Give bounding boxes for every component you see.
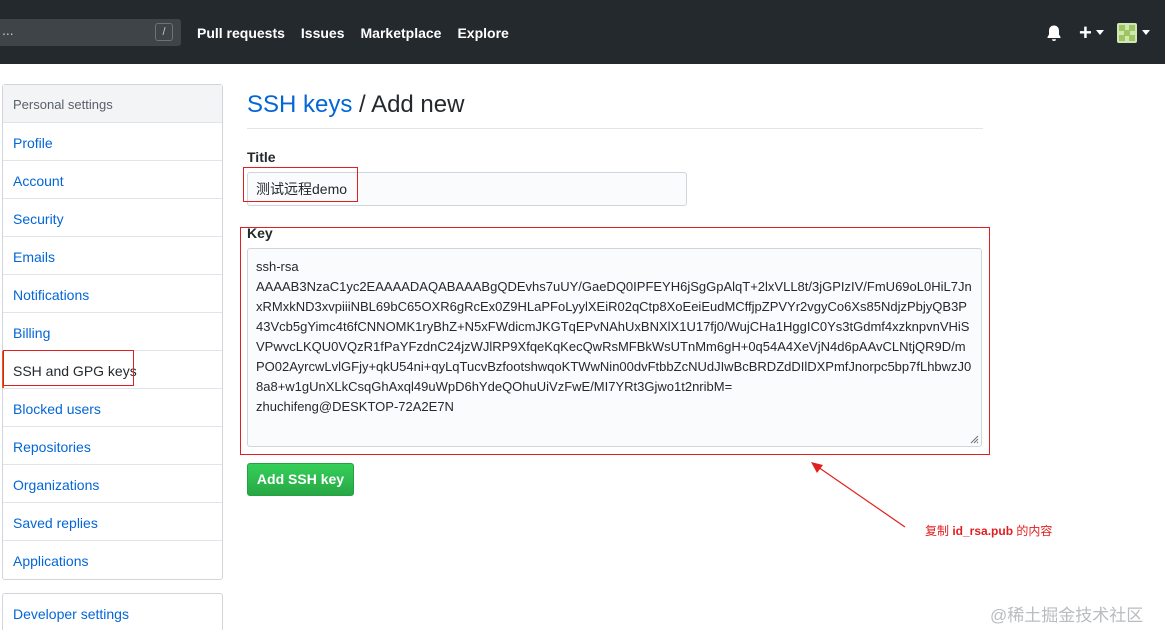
sidebar-item-notifications[interactable]: Notifications — [3, 275, 222, 313]
sidebar-item-blocked-users[interactable]: Blocked users — [3, 389, 222, 427]
top-header: ... / Pull requests Issues Marketplace E… — [0, 0, 1165, 64]
annotation-suffix: 的内容 — [1013, 524, 1053, 538]
sidebar-item-account[interactable]: Account — [3, 161, 222, 199]
highlight-box-key — [240, 227, 990, 455]
sidebar-item-profile[interactable]: Profile — [3, 123, 222, 161]
annotation-prefix: 复制 — [925, 524, 953, 538]
watermark: @稀土掘金技术社区 — [990, 606, 1144, 625]
chevron-down-icon[interactable] — [1096, 30, 1104, 35]
search-hint: ... — [2, 22, 14, 38]
header-nav: Pull requests Issues Marketplace Explore — [197, 24, 525, 42]
nav-marketplace[interactable]: Marketplace — [361, 24, 442, 42]
plus-icon[interactable]: + — [1079, 20, 1092, 46]
nav-issues[interactable]: Issues — [301, 24, 345, 42]
chevron-down-icon[interactable] — [1142, 30, 1150, 35]
annotation-file: id_rsa.pub — [952, 524, 1014, 538]
search-shortcut-badge: / — [155, 23, 173, 41]
bell-icon[interactable] — [1045, 24, 1063, 42]
avatar[interactable] — [1117, 23, 1137, 43]
nav-explore[interactable]: Explore — [457, 24, 508, 42]
sidebar-item-applications[interactable]: Applications — [3, 541, 222, 579]
nav-pull-requests[interactable]: Pull requests — [197, 24, 285, 42]
sidebar-item-organizations[interactable]: Organizations — [3, 465, 222, 503]
add-ssh-key-button[interactable]: Add SSH key — [247, 463, 354, 496]
highlight-box-ssh-keys — [3, 350, 134, 386]
title-label: Title — [247, 149, 276, 165]
developer-settings-menu: Developer settings — [2, 593, 223, 630]
sidebar-item-repositories[interactable]: Repositories — [3, 427, 222, 465]
page-title: SSH keys / Add new — [247, 91, 464, 119]
sidebar-heading: Personal settings — [3, 85, 222, 123]
sidebar-item-emails[interactable]: Emails — [3, 237, 222, 275]
breadcrumb-separator: / — [352, 91, 372, 118]
page-title-text: Add new — [371, 91, 465, 118]
sidebar-item-developer-settings[interactable]: Developer settings — [3, 594, 222, 630]
highlight-box-title — [243, 167, 358, 202]
sidebar-item-security[interactable]: Security — [3, 199, 222, 237]
title-divider — [247, 128, 983, 129]
search-input[interactable]: ... / — [0, 19, 181, 46]
settings-sidebar: Personal settings Profile Account Securi… — [2, 84, 223, 580]
breadcrumb-ssh-keys[interactable]: SSH keys — [247, 91, 352, 118]
sidebar-item-saved-replies[interactable]: Saved replies — [3, 503, 222, 541]
sidebar-item-billing[interactable]: Billing — [3, 313, 222, 351]
annotation-text: 复制 id_rsa.pub 的内容 — [925, 522, 1052, 539]
